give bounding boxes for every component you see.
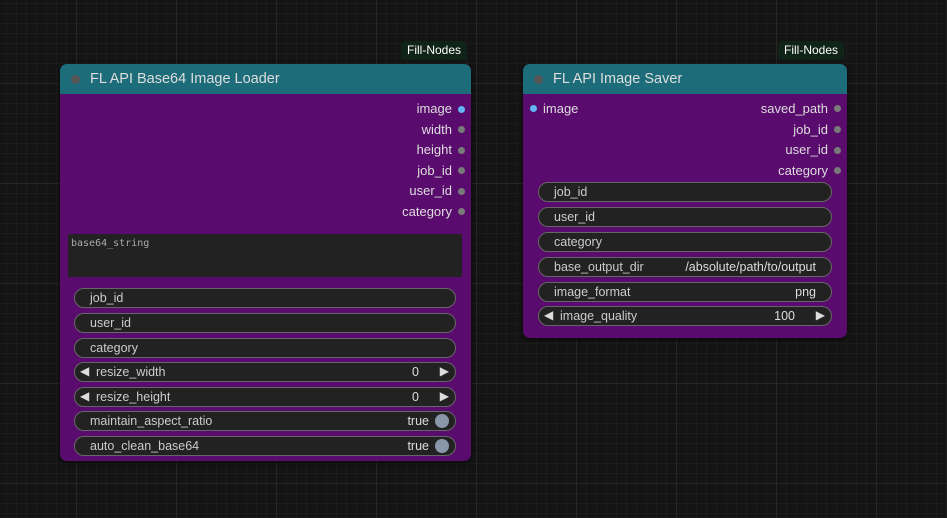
increment-arrow-icon[interactable]: ▶ [440,389,449,403]
collapse-dot-icon[interactable] [534,75,543,84]
output-image-label: image [416,101,452,116]
user-id-field[interactable]: user_id [74,313,456,333]
loader-badge: Fill-Nodes [401,41,468,60]
output-image[interactable]: image [417,99,452,119]
resize-height-label: resize_height [96,390,171,404]
saver-title-bar[interactable]: FL API Image Saver [523,64,847,94]
output-category-label: category [778,163,828,178]
output-user-id-port-icon[interactable] [834,147,841,154]
output-width-label: width [421,122,452,137]
output-job-id-port-icon[interactable] [834,126,841,133]
base-output-dir-field[interactable]: base_output_dir /absolute/path/to/output [538,257,832,277]
output-category-label: category [402,204,452,219]
category-field[interactable]: category [74,338,456,358]
output-category[interactable]: category [402,202,452,222]
user-id-field-label: user_id [554,210,595,224]
base-output-dir-label: base_output_dir [554,260,644,274]
image-saver-node[interactable]: FL API Image Saver image saved_path job_… [523,64,847,338]
image-quality-value: 100 [774,309,795,323]
output-saved-path[interactable]: saved_path [761,99,828,119]
output-user-id-port-icon[interactable] [458,188,465,195]
output-saved-path-label: saved_path [760,101,828,116]
output-category-port-icon[interactable] [458,208,465,215]
job-id-field[interactable]: job_id [538,182,832,202]
output-job-id-label: job_id [417,163,452,178]
output-job-id[interactable]: job_id [417,161,452,181]
output-category[interactable]: category [778,161,828,181]
output-height-label: height [416,142,452,157]
base-output-dir-value: /absolute/path/to/output [685,260,816,274]
resize-height-value: 0 [412,390,419,404]
user-id-field[interactable]: user_id [538,207,832,227]
toggle-knob-icon[interactable] [435,414,449,428]
toggle-knob-icon[interactable] [435,439,449,453]
loader-badge-label: Fill-Nodes [407,43,462,57]
output-job-id[interactable]: job_id [793,120,828,140]
loader-title-bar[interactable]: FL API Base64 Image Loader [60,64,471,94]
output-user-id-label: user_id [785,142,828,157]
maintain-aspect-ratio-value: true [407,414,429,428]
output-job-id-label: job_id [793,122,828,137]
auto-clean-base64-toggle[interactable]: auto_clean_base64 true [74,436,456,456]
output-job-id-port-icon[interactable] [458,167,465,174]
job-id-field-label: job_id [90,291,124,305]
saver-title: FL API Image Saver [553,71,683,87]
increment-arrow-icon[interactable]: ▶ [816,308,825,322]
image-quality-label: image_quality [560,309,638,323]
output-saved-path-port-icon[interactable] [834,105,841,112]
resize-height-stepper[interactable]: ◀ resize_height 0 ▶ [74,387,456,407]
saver-badge-label: Fill-Nodes [784,43,839,57]
input-image[interactable]: image [543,99,578,119]
category-field-label: category [90,341,138,355]
image-quality-stepper[interactable]: ◀ image_quality 100 ▶ [538,306,832,326]
job-id-field[interactable]: job_id [74,288,456,308]
output-height-port-icon[interactable] [458,147,465,154]
maintain-aspect-ratio-label: maintain_aspect_ratio [90,414,213,428]
resize-width-label: resize_width [96,365,166,379]
maintain-aspect-ratio-toggle[interactable]: maintain_aspect_ratio true [74,411,456,431]
decrement-arrow-icon[interactable]: ◀ [544,308,553,322]
output-width[interactable]: width [422,120,452,140]
auto-clean-base64-label: auto_clean_base64 [90,439,200,453]
loader-title: FL API Base64 Image Loader [90,71,280,87]
decrement-arrow-icon[interactable]: ◀ [80,364,89,378]
resize-width-stepper[interactable]: ◀ resize_width 0 ▶ [74,362,456,382]
increment-arrow-icon[interactable]: ▶ [440,364,449,378]
output-user-id[interactable]: user_id [409,181,452,201]
image-format-select[interactable]: image_format png [538,282,832,302]
base64-image-loader-node[interactable]: FL API Base64 Image Loader image width h… [60,64,471,461]
output-user-id[interactable]: user_id [785,140,828,160]
output-user-id-label: user_id [409,183,452,198]
input-image-port-icon[interactable] [530,105,537,112]
category-field-label: category [554,235,602,249]
output-width-port-icon[interactable] [458,126,465,133]
decrement-arrow-icon[interactable]: ◀ [80,389,89,403]
resize-width-value: 0 [412,365,419,379]
auto-clean-base64-value: true [407,439,429,453]
category-field[interactable]: category [538,232,832,252]
collapse-dot-icon[interactable] [71,75,80,84]
image-format-label: image_format [554,285,631,299]
output-image-port-icon[interactable] [458,106,465,113]
user-id-field-label: user_id [90,316,131,330]
base64-string-textarea[interactable]: base64_string [68,234,462,277]
output-height[interactable]: height [417,140,452,160]
image-format-value: png [795,285,816,299]
input-image-label: image [543,101,579,116]
base64-string-placeholder: base64_string [71,238,150,249]
job-id-field-label: job_id [554,185,588,199]
output-category-port-icon[interactable] [834,167,841,174]
saver-badge: Fill-Nodes [778,41,845,60]
